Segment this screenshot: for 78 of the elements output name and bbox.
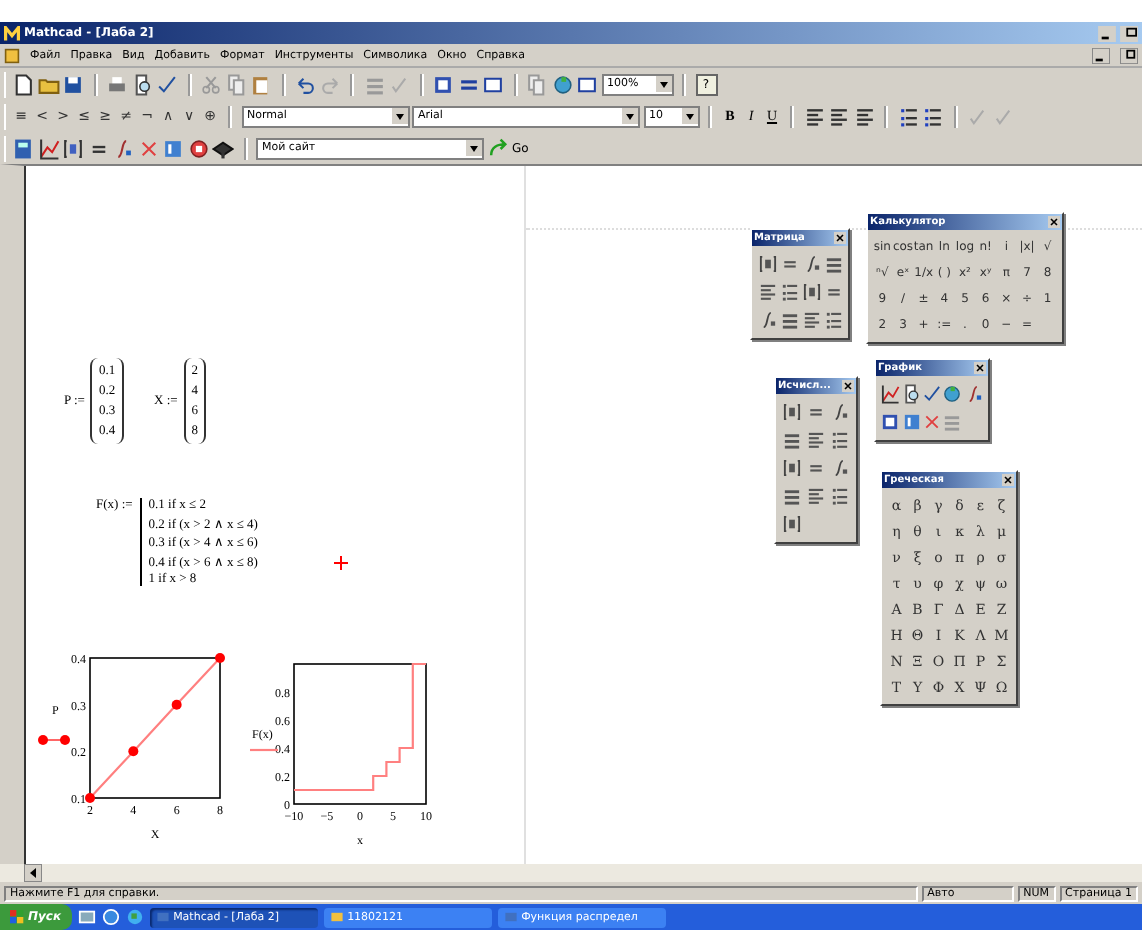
data-line xyxy=(294,662,426,792)
window-icon xyxy=(503,910,518,924)
frame-icon[interactable] xyxy=(576,73,598,95)
data-point xyxy=(128,746,139,757)
grid-icon[interactable] xyxy=(432,73,454,95)
dropdown-arrow-icon[interactable] xyxy=(622,108,638,124)
close-icon[interactable] xyxy=(834,232,846,244)
graph-icon[interactable] xyxy=(37,137,59,159)
data-point xyxy=(171,699,182,710)
globe-icon[interactable] xyxy=(551,73,573,95)
align-icon[interactable] xyxy=(828,105,850,127)
circle-icon[interactable] xyxy=(187,137,209,159)
windows-flag-icon xyxy=(10,910,24,924)
data-point xyxy=(85,793,95,803)
math-symbol-icon[interactable] xyxy=(801,282,821,302)
cursor-icon xyxy=(334,556,348,570)
math-symbol-icon[interactable] xyxy=(757,254,777,274)
check-mark-icon[interactable] xyxy=(991,105,1013,127)
browser-icon[interactable] xyxy=(101,908,120,926)
math-symbol-icon[interactable] xyxy=(801,310,821,330)
list-icon[interactable] xyxy=(897,105,919,127)
math-symbol-icon[interactable] xyxy=(782,458,802,478)
calculator-icon[interactable] xyxy=(12,137,34,159)
restore-icon[interactable] xyxy=(1120,47,1138,63)
app-icon xyxy=(4,25,20,41)
math-symbol-icon[interactable] xyxy=(830,458,850,478)
frame-icon[interactable] xyxy=(482,73,504,95)
math-symbol-icon[interactable] xyxy=(779,282,799,302)
restore-icon[interactable] xyxy=(1120,25,1138,41)
close-icon[interactable] xyxy=(1048,216,1060,228)
cross-icon[interactable] xyxy=(137,137,159,159)
preview-icon[interactable] xyxy=(131,73,153,95)
math-symbol-icon[interactable] xyxy=(830,486,850,506)
align-icon[interactable] xyxy=(803,105,825,127)
graph-tool-icon[interactable] xyxy=(880,384,901,404)
math-symbol-icon[interactable] xyxy=(823,310,843,330)
math-symbol-icon[interactable] xyxy=(830,430,850,450)
graph-tool-icon[interactable] xyxy=(880,412,901,432)
data-point xyxy=(215,653,225,663)
hat-icon[interactable] xyxy=(212,137,234,159)
integral-icon[interactable] xyxy=(112,137,134,159)
document-icon xyxy=(4,47,20,63)
close-icon[interactable] xyxy=(974,362,986,374)
scroll-left-icon[interactable] xyxy=(24,864,42,882)
check-mark-icon[interactable] xyxy=(966,105,988,127)
check-mark-icon[interactable] xyxy=(156,73,178,95)
program-icon[interactable] xyxy=(162,137,184,159)
math-symbol-icon[interactable] xyxy=(782,514,802,534)
graph-tool-icon[interactable] xyxy=(901,384,922,404)
legend-marker xyxy=(38,735,70,745)
math-symbol-icon[interactable] xyxy=(757,282,777,302)
align-icon[interactable] xyxy=(853,105,875,127)
math-symbol-icon[interactable] xyxy=(806,430,826,450)
dropdown-arrow-icon[interactable] xyxy=(391,108,407,124)
matrix-icon[interactable] xyxy=(62,137,84,159)
desktop-icon[interactable] xyxy=(77,908,96,926)
window-icon xyxy=(155,910,170,924)
dropdown-arrow-icon[interactable] xyxy=(466,140,482,156)
page-icon[interactable] xyxy=(12,73,34,95)
close-icon[interactable] xyxy=(1002,474,1014,486)
minimize-icon[interactable] xyxy=(1098,25,1116,41)
check-mark-icon[interactable] xyxy=(388,73,410,95)
minimize-icon[interactable] xyxy=(1092,47,1110,63)
math-symbol-icon[interactable] xyxy=(830,402,850,422)
list-icon[interactable] xyxy=(922,105,944,127)
window-icon xyxy=(329,910,344,924)
clipboard-icon[interactable] xyxy=(250,73,272,95)
legend-line xyxy=(250,748,278,752)
math-symbol-icon[interactable] xyxy=(782,402,802,422)
dropdown-arrow-icon[interactable] xyxy=(655,76,671,92)
dropdown-arrow-icon[interactable] xyxy=(681,108,697,124)
close-icon[interactable] xyxy=(842,380,854,392)
printer-icon[interactable] xyxy=(106,73,128,95)
undo-icon[interactable] xyxy=(294,73,316,95)
folder-icon[interactable] xyxy=(37,73,59,95)
math-symbol-icon[interactable] xyxy=(806,486,826,506)
scrollbar[interactable] xyxy=(0,864,1142,882)
math-symbol-icon[interactable] xyxy=(779,310,799,330)
